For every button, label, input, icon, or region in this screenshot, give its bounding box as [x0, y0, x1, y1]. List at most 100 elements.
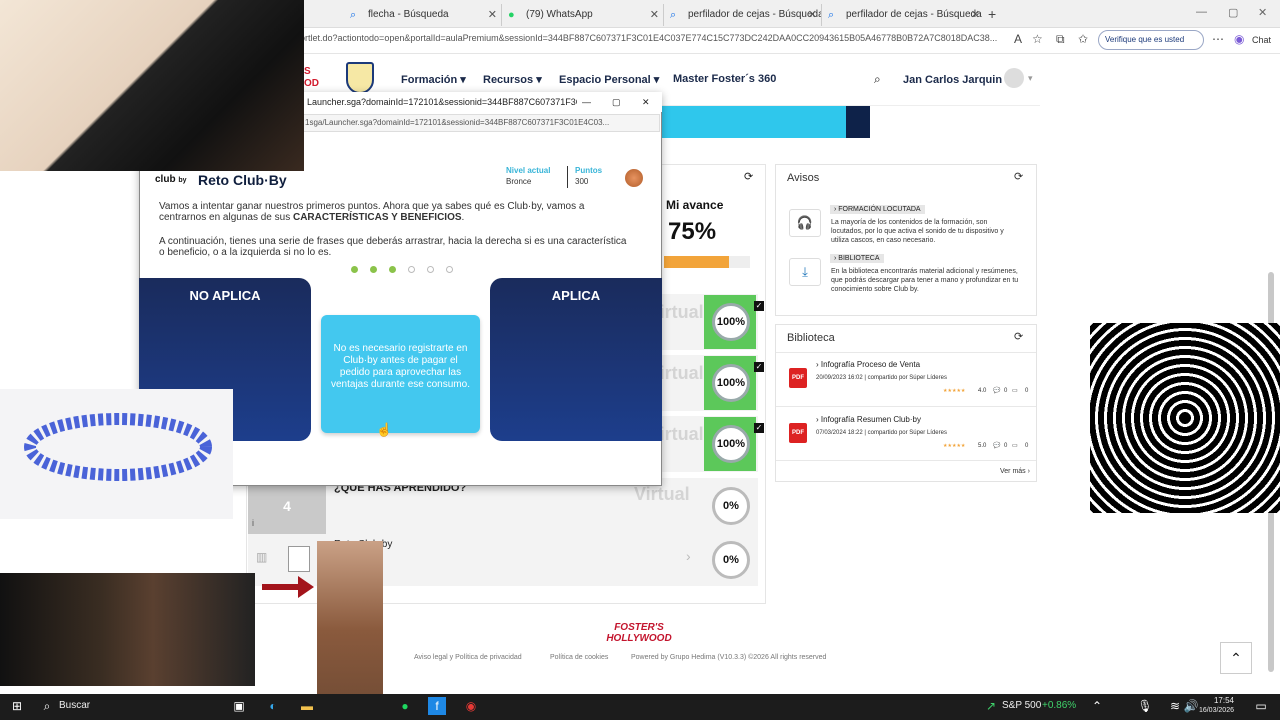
- level-label: Nivel actual: [506, 166, 551, 175]
- read-aloud-icon[interactable]: A: [1014, 32, 1022, 46]
- scroll-top-button[interactable]: ⌃: [1220, 642, 1252, 674]
- avatar[interactable]: [1004, 68, 1024, 88]
- brand-club: club by: [155, 174, 187, 185]
- browser-tab[interactable]: ● (79) WhatsApp ✕: [504, 4, 664, 26]
- search-icon: ⌕: [350, 9, 357, 21]
- document-icon: [288, 546, 310, 572]
- comment-icon: 💬: [993, 388, 1001, 394]
- nav-recursos[interactable]: Recursos ▾: [483, 73, 542, 86]
- nav-master[interactable]: Master Foster´s 360: [673, 73, 776, 85]
- level-value: Bronce: [506, 177, 532, 186]
- star-icon[interactable]: ☆: [1032, 32, 1043, 46]
- clock-time[interactable]: 17:54: [1204, 696, 1234, 705]
- notifications-icon[interactable]: ▭: [1252, 697, 1270, 715]
- recorder-icon[interactable]: ◉: [462, 697, 480, 715]
- window-close-icon[interactable]: ✕: [1258, 6, 1267, 19]
- footer-powered: Powered by Grupo Hedima (V10.3.3) ©2026 …: [631, 654, 827, 661]
- close-icon[interactable]: ✕: [971, 4, 980, 26]
- crest-logo: [346, 62, 374, 94]
- nav-formacion[interactable]: Formación ▾: [401, 73, 466, 86]
- percent-circle: 0%: [712, 487, 750, 525]
- ver-mas-link[interactable]: Ver más ›: [1000, 468, 1030, 475]
- new-tab-button[interactable]: +: [988, 6, 996, 22]
- minimize-icon[interactable]: —: [1196, 6, 1207, 18]
- app-icon[interactable]: f: [428, 697, 446, 715]
- check-icon: ✓: [754, 362, 764, 372]
- search-icon[interactable]: ⌕: [38, 697, 56, 715]
- more-menu-icon[interactable]: ⋯: [1212, 32, 1224, 46]
- check-icon: ✓: [754, 301, 764, 311]
- divider: [567, 166, 568, 188]
- chart-icon: ▥: [256, 550, 268, 564]
- aviso-text: La mayoría de los contenidos de la forma…: [831, 219, 1004, 244]
- tab-title: flecha - Búsqueda: [368, 9, 449, 20]
- stock-change: +0.86%: [1042, 700, 1077, 711]
- bronze-medal-icon: [625, 169, 643, 187]
- search-icon: ⌕: [670, 9, 677, 21]
- info-icon[interactable]: i: [252, 518, 254, 528]
- chevron-up-icon[interactable]: ⌃: [1088, 697, 1106, 715]
- chevron-right-icon[interactable]: ›: [686, 548, 691, 564]
- rating-value: 4.0: [978, 388, 987, 394]
- refresh-icon[interactable]: ⟳: [1014, 170, 1023, 183]
- spotify-icon[interactable]: ●: [396, 697, 414, 715]
- divider: [776, 406, 1036, 407]
- step-dot: [427, 266, 434, 273]
- refresh-icon[interactable]: ⟳: [1014, 330, 1023, 343]
- search-icon[interactable]: ⌕: [874, 72, 881, 87]
- maximize-icon[interactable]: ▢: [612, 92, 621, 112]
- progress-bar: [664, 256, 750, 268]
- extension-icon[interactable]: ⧉: [1056, 32, 1065, 47]
- webcam-overlay: [0, 0, 304, 171]
- draggable-statement-card[interactable]: No es necesario registrarte en Club·by a…: [321, 315, 480, 433]
- views-count: 0: [1025, 443, 1029, 449]
- task-view-icon[interactable]: ▣: [230, 697, 248, 715]
- close-icon[interactable]: ✕: [642, 92, 650, 112]
- photo-overlay: [0, 573, 255, 686]
- close-icon[interactable]: ✕: [650, 4, 659, 26]
- clock-date[interactable]: 16/03/2026: [1194, 707, 1234, 714]
- library-item-title[interactable]: › Infografía Proceso de Venta: [816, 360, 920, 369]
- browser-tab[interactable]: ⌕ flecha - Búsqueda ✕: [346, 4, 502, 26]
- stock-chart-icon: ↗: [985, 699, 997, 713]
- rating-value: 5.0: [978, 443, 987, 449]
- comment-count: 0: [1004, 388, 1008, 394]
- file-explorer-icon[interactable]: ▬: [298, 697, 316, 715]
- browser-tab[interactable]: ⌕ perfilador de cejas - Búsqueda ✕: [666, 4, 822, 26]
- site-logo[interactable]: S OD: [304, 66, 328, 92]
- maximize-icon[interactable]: ▢: [1228, 6, 1238, 19]
- copilot-icon[interactable]: ◉: [1234, 32, 1244, 46]
- user-name[interactable]: Jan Carlos Jarquin: [903, 74, 1002, 86]
- verify-identity-button[interactable]: Verifique que es usted: [1098, 30, 1204, 50]
- step-dot: [389, 266, 396, 273]
- lesson-row[interactable]: 4 i ¿QUÉ HAS APRENDIDO? Virtual 0%: [248, 478, 758, 534]
- progress-bar-fill: [664, 256, 729, 268]
- taskbar-search[interactable]: Buscar: [59, 700, 90, 711]
- progress-title: Mi avance: [666, 198, 724, 212]
- chevron-down-icon[interactable]: ▾: [1028, 73, 1033, 84]
- comment-count: 0: [1004, 443, 1008, 449]
- stock-name[interactable]: S&P 500: [1002, 700, 1041, 711]
- close-icon[interactable]: ✕: [808, 4, 817, 26]
- biblioteca-title: Biblioteca: [787, 332, 835, 344]
- close-icon[interactable]: ✕: [488, 4, 497, 26]
- library-item-title[interactable]: › Infografía Resumen Club·by: [816, 415, 921, 424]
- edge-icon[interactable]: ◐: [264, 697, 282, 715]
- step-dot: [370, 266, 377, 273]
- windows-start-icon[interactable]: ⊞: [8, 697, 26, 715]
- microphone-icon[interactable]: 🎙: [1136, 697, 1154, 715]
- drop-zone-aplica[interactable]: APLICA: [490, 278, 662, 441]
- url-field[interactable]: ortlet.do?actiontodo=open&portalId=aulaP…: [300, 33, 1010, 49]
- minimize-icon[interactable]: —: [582, 92, 591, 112]
- game-title: Reto Club·By: [198, 172, 287, 188]
- hand-cursor-icon: ☝: [376, 422, 393, 437]
- browser-tab[interactable]: ⌕ perfilador de cejas - Búsqueda Imá ✕: [824, 4, 984, 26]
- chat-button[interactable]: Chat: [1252, 35, 1271, 45]
- aviso-tag: › FORMACIÓN LOCUTADA: [830, 205, 925, 214]
- refresh-icon[interactable]: ⟳: [744, 170, 753, 183]
- footer-link-legal[interactable]: Aviso legal y Política de privacidad: [414, 654, 522, 661]
- favorites-icon[interactable]: ✩: [1078, 32, 1088, 46]
- headphones-icon: 🎧: [789, 209, 821, 237]
- nav-espacio-personal[interactable]: Espacio Personal ▾: [559, 73, 659, 86]
- footer-link-cookies[interactable]: Política de cookies: [550, 654, 608, 661]
